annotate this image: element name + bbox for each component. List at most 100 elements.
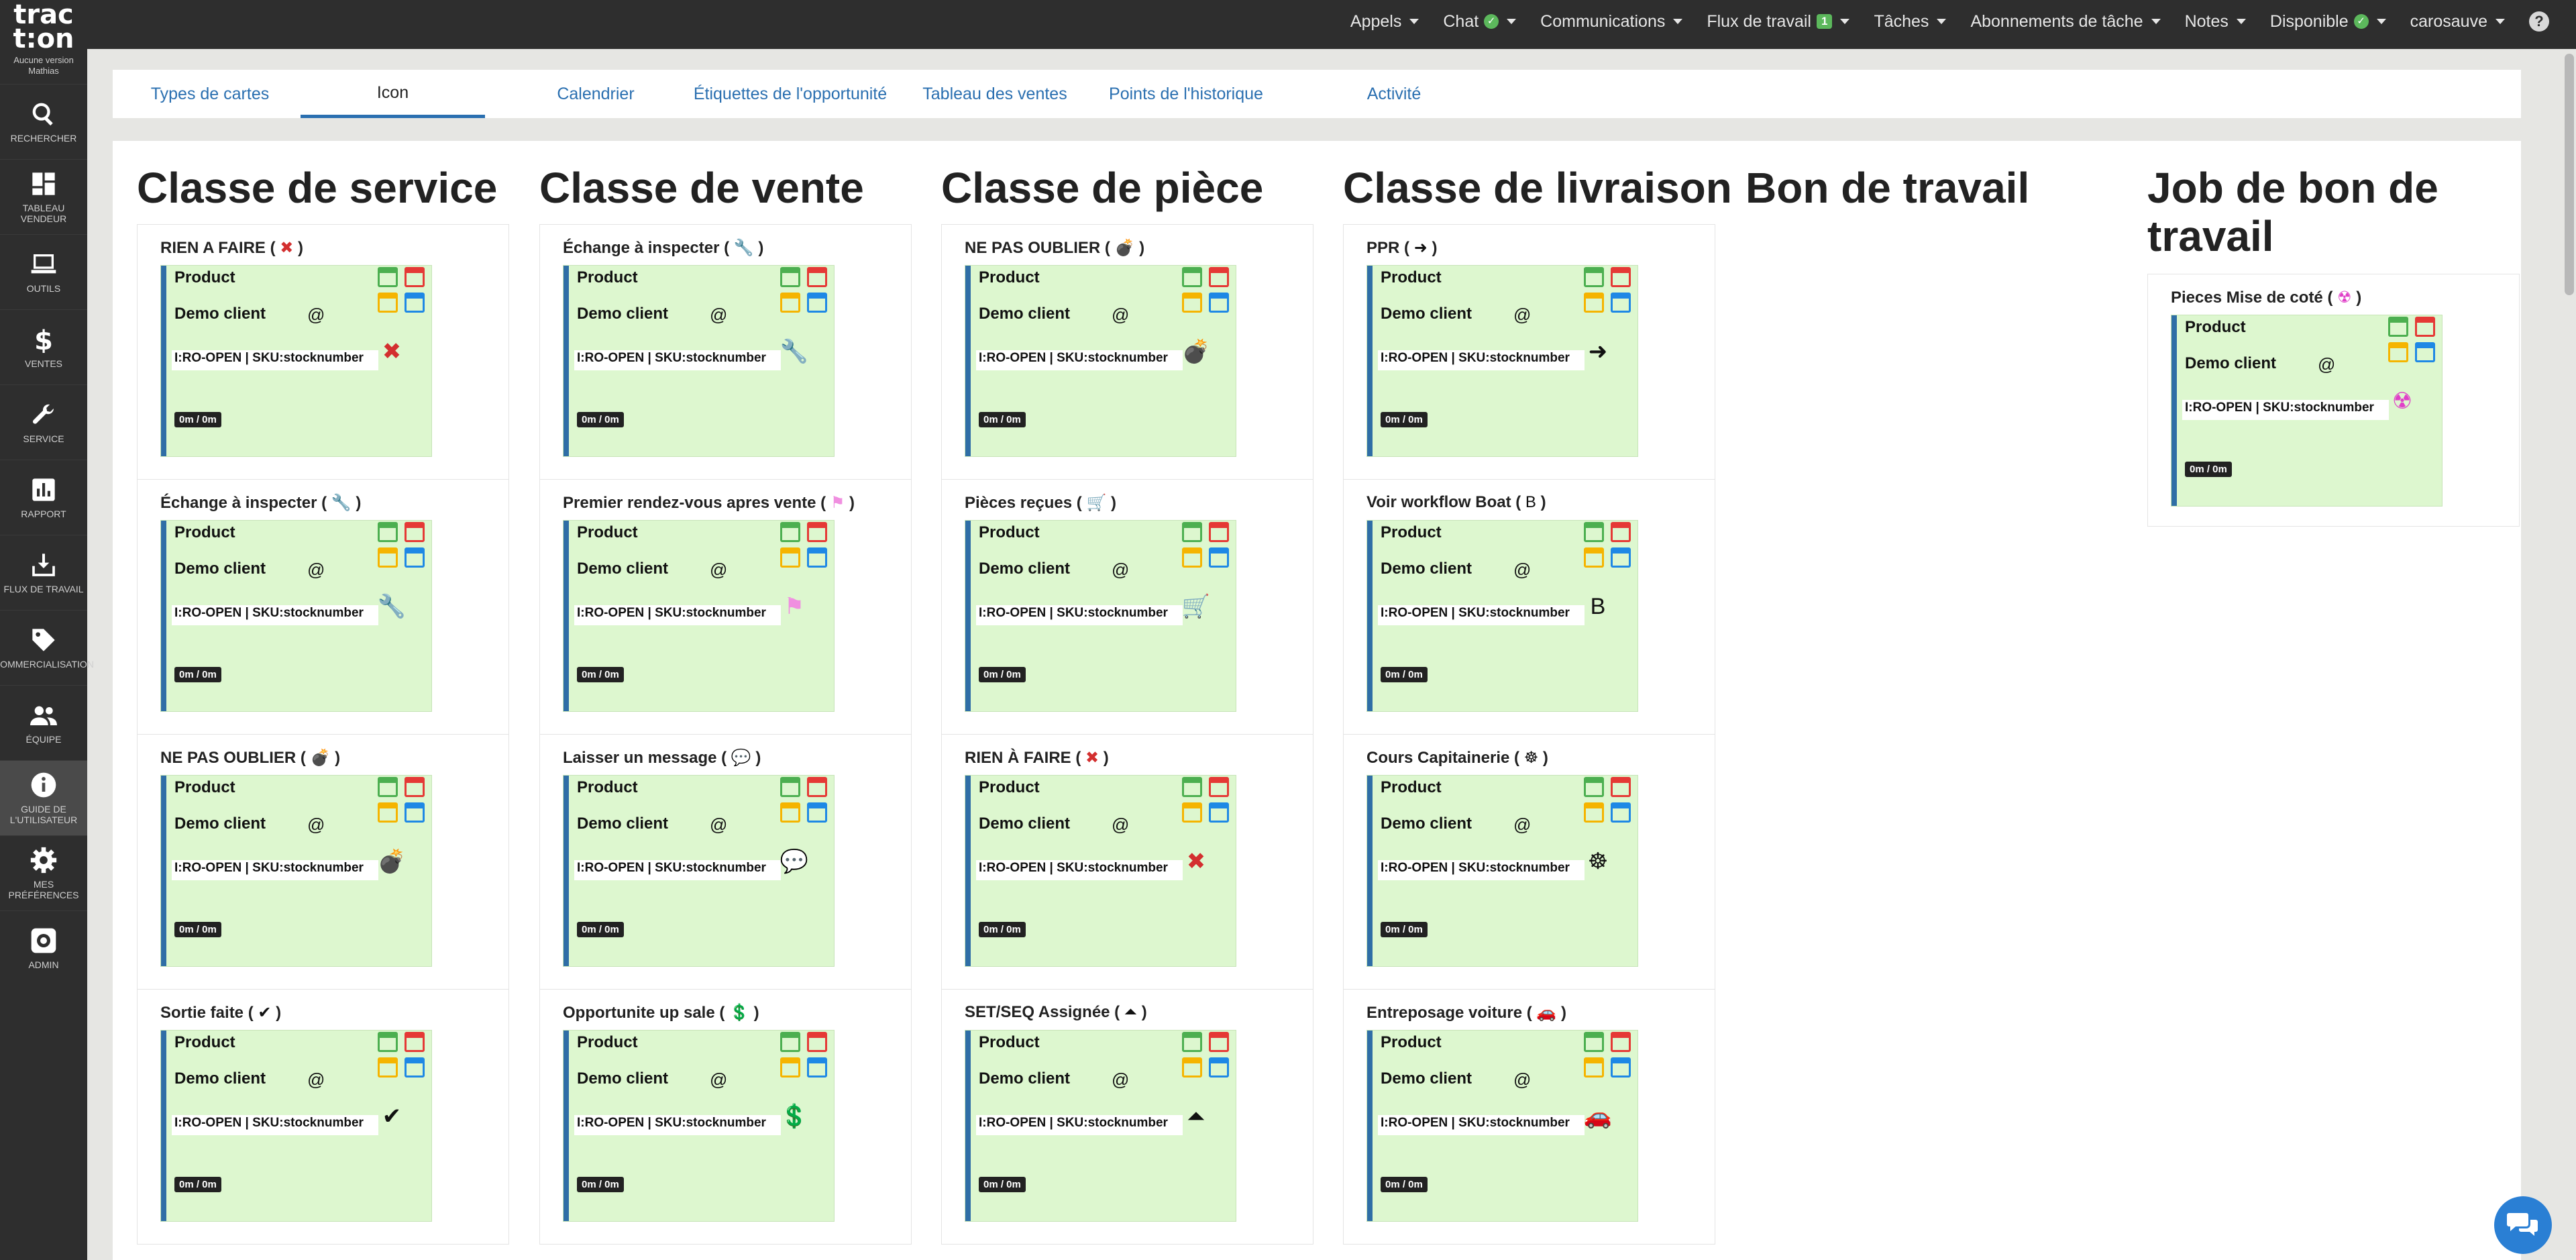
scrollbar-thumb[interactable] — [2565, 54, 2574, 295]
calendar-yellow-icon[interactable] — [1182, 547, 1202, 568]
calendar-green-icon[interactable] — [780, 267, 800, 287]
kanban-card[interactable]: Product Demo client @ I:RO-OPEN | SKU:stock… — [160, 1030, 432, 1222]
menu-abonnements[interactable]: Abonnements de tâche — [1970, 12, 2161, 32]
calendar-red-icon[interactable] — [807, 267, 827, 287]
tab-types-de-cartes[interactable]: Types de cartes — [126, 70, 294, 118]
kanban-card[interactable]: Product Demo client @ I:RO-OPEN | SKU:stock… — [1366, 775, 1638, 967]
tab-points-historique[interactable]: Points de l'historique — [1052, 70, 1320, 118]
menu-taches[interactable]: Tâches — [1874, 12, 1947, 32]
sidebar-item-mes-preferences[interactable]: MES PRÉFÉRENCES — [0, 835, 87, 910]
calendar-red-icon[interactable] — [405, 777, 425, 797]
help-button[interactable]: ? — [2529, 11, 2549, 32]
calendar-red-icon[interactable] — [1209, 522, 1229, 542]
menu-appels[interactable]: Appels — [1350, 12, 1419, 32]
calendar-green-icon[interactable] — [780, 777, 800, 797]
calendar-red-icon[interactable] — [1209, 777, 1229, 797]
calendar-yellow-icon[interactable] — [780, 802, 800, 823]
calendar-red-icon[interactable] — [405, 267, 425, 287]
calendar-green-icon[interactable] — [1584, 522, 1604, 542]
calendar-blue-icon[interactable] — [807, 1057, 827, 1078]
calendar-yellow-icon[interactable] — [1182, 802, 1202, 823]
calendar-red-icon[interactable] — [1611, 267, 1631, 287]
calendar-red-icon[interactable] — [807, 1032, 827, 1052]
calendar-green-icon[interactable] — [1182, 777, 1202, 797]
sidebar-item-flux-de-travail[interactable]: FLUX DE TRAVAIL — [0, 535, 87, 610]
calendar-green-icon[interactable] — [378, 777, 398, 797]
calendar-yellow-icon[interactable] — [1584, 547, 1604, 568]
calendar-yellow-icon[interactable] — [1584, 1057, 1604, 1078]
sidebar-item-admin[interactable]: ADMIN — [0, 910, 87, 986]
sidebar-item-rapport[interactable]: RAPPORT — [0, 460, 87, 535]
calendar-green-icon[interactable] — [780, 1032, 800, 1052]
kanban-card[interactable]: Product Demo client @ I:RO-OPEN | SKU:stock… — [563, 1030, 835, 1222]
calendar-green-icon[interactable] — [780, 522, 800, 542]
sidebar-item-guide[interactable]: GUIDE DE L'UTILISATEUR — [0, 760, 87, 835]
calendar-yellow-icon[interactable] — [780, 547, 800, 568]
calendar-red-icon[interactable] — [1611, 777, 1631, 797]
tab-calendrier[interactable]: Calendrier — [515, 70, 676, 118]
sidebar-item-equipe[interactable]: ÉQUIPE — [0, 685, 87, 760]
calendar-green-icon[interactable] — [1584, 1032, 1604, 1052]
calendar-blue-icon[interactable] — [1209, 293, 1229, 313]
calendar-blue-icon[interactable] — [807, 293, 827, 313]
menu-user[interactable]: carosauve — [2410, 12, 2505, 32]
calendar-green-icon[interactable] — [378, 267, 398, 287]
kanban-card[interactable]: Product Demo client @ I:RO-OPEN | SKU:stock… — [2171, 315, 2443, 507]
tab-activite[interactable]: Activité — [1320, 70, 1468, 118]
calendar-blue-icon[interactable] — [807, 802, 827, 823]
chat-widget-button[interactable] — [2494, 1196, 2552, 1254]
calendar-green-icon[interactable] — [2388, 317, 2408, 337]
calendar-yellow-icon[interactable] — [1584, 802, 1604, 823]
calendar-red-icon[interactable] — [405, 1032, 425, 1052]
kanban-card[interactable]: Product Demo client @ I:RO-OPEN | SKU:stock… — [563, 775, 835, 967]
kanban-card[interactable]: Product Demo client @ I:RO-OPEN | SKU:stock… — [1366, 520, 1638, 712]
sidebar-item-commercialisation[interactable]: COMMERCIALISATION — [0, 610, 94, 685]
calendar-green-icon[interactable] — [1182, 267, 1202, 287]
menu-notes[interactable]: Notes — [2185, 12, 2246, 32]
calendar-blue-icon[interactable] — [1611, 1057, 1631, 1078]
calendar-blue-icon[interactable] — [405, 293, 425, 313]
calendar-yellow-icon[interactable] — [378, 547, 398, 568]
kanban-card[interactable]: Product Demo client @ I:RO-OPEN | SKU:stock… — [160, 520, 432, 712]
kanban-card[interactable]: Product Demo client @ I:RO-OPEN | SKU:stock… — [160, 775, 432, 967]
calendar-yellow-icon[interactable] — [780, 293, 800, 313]
kanban-card[interactable]: Product Demo client @ I:RO-OPEN | SKU:stock… — [563, 520, 835, 712]
calendar-blue-icon[interactable] — [405, 802, 425, 823]
sidebar-item-tableau-vendeur[interactable]: TABLEAU VENDEUR — [0, 159, 87, 234]
calendar-blue-icon[interactable] — [405, 547, 425, 568]
sidebar-item-service[interactable]: SERVICE — [0, 384, 87, 460]
calendar-blue-icon[interactable] — [2415, 342, 2435, 362]
menu-chat[interactable]: Chat ✓ — [1443, 12, 1517, 32]
calendar-green-icon[interactable] — [1182, 522, 1202, 542]
calendar-blue-icon[interactable] — [1209, 802, 1229, 823]
calendar-red-icon[interactable] — [1209, 267, 1229, 287]
calendar-red-icon[interactable] — [807, 777, 827, 797]
calendar-green-icon[interactable] — [1584, 267, 1604, 287]
calendar-red-icon[interactable] — [405, 522, 425, 542]
calendar-blue-icon[interactable] — [1611, 293, 1631, 313]
calendar-red-icon[interactable] — [1209, 1032, 1229, 1052]
calendar-yellow-icon[interactable] — [378, 293, 398, 313]
calendar-yellow-icon[interactable] — [378, 1057, 398, 1078]
calendar-red-icon[interactable] — [2415, 317, 2435, 337]
calendar-red-icon[interactable] — [1611, 1032, 1631, 1052]
calendar-blue-icon[interactable] — [1209, 547, 1229, 568]
logo[interactable]: trac t:on Aucune version Mathias — [0, 0, 87, 84]
calendar-yellow-icon[interactable] — [780, 1057, 800, 1078]
tab-etiquettes[interactable]: Étiquettes de l'opportunité — [669, 70, 911, 118]
sidebar-item-outils[interactable]: OUTILS — [0, 234, 87, 309]
sidebar-item-rechercher[interactable]: RECHERCHER — [0, 84, 87, 159]
menu-flux-de-travail[interactable]: Flux de travail 1 — [1707, 12, 1850, 32]
calendar-red-icon[interactable] — [1611, 522, 1631, 542]
calendar-yellow-icon[interactable] — [2388, 342, 2408, 362]
calendar-blue-icon[interactable] — [807, 547, 827, 568]
calendar-red-icon[interactable] — [807, 522, 827, 542]
calendar-yellow-icon[interactable] — [1182, 293, 1202, 313]
tab-icon[interactable]: Icon — [301, 70, 485, 118]
calendar-green-icon[interactable] — [1584, 777, 1604, 797]
calendar-blue-icon[interactable] — [405, 1057, 425, 1078]
calendar-blue-icon[interactable] — [1611, 802, 1631, 823]
kanban-card[interactable]: Product Demo client @ I:RO-OPEN | SKU:stock… — [965, 775, 1236, 967]
kanban-card[interactable]: Product Demo client @ I:RO-OPEN | SKU:stock… — [1366, 265, 1638, 457]
kanban-card[interactable]: Product Demo client @ I:RO-OPEN | SKU:stock… — [965, 1030, 1236, 1222]
